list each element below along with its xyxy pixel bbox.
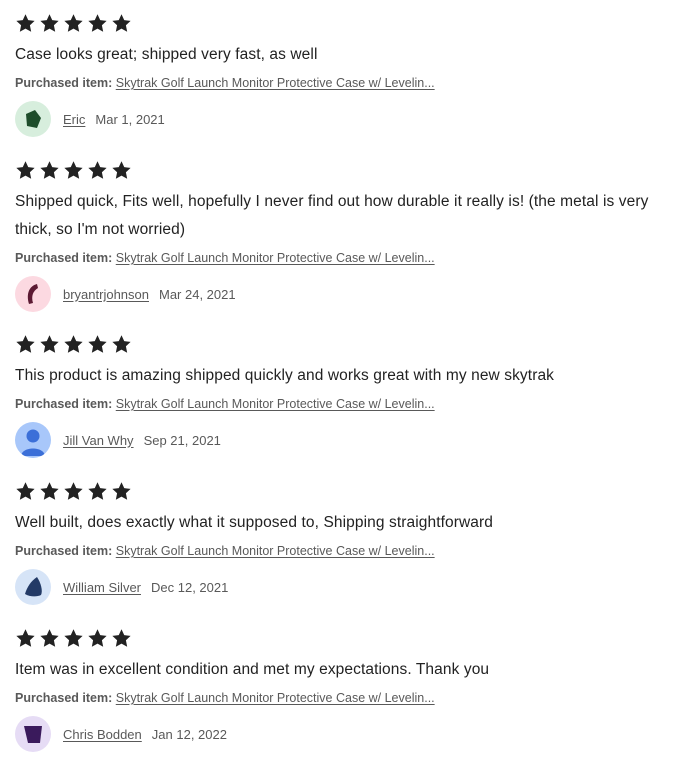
avatar[interactable] xyxy=(15,716,51,752)
purchased-item-link[interactable]: Skytrak Golf Launch Monitor Protective C… xyxy=(116,544,435,558)
review-date: Mar 1, 2021 xyxy=(95,111,165,127)
reviewer-row: Eric Mar 1, 2021 xyxy=(15,101,680,137)
reviews-list: Case looks great; shipped very fast, as … xyxy=(0,0,682,771)
reviewer-name-link[interactable]: William Silver xyxy=(63,580,141,595)
purchased-item-row: Purchased item: Skytrak Golf Launch Moni… xyxy=(15,250,680,266)
purchased-item-row: Purchased item: Skytrak Golf Launch Moni… xyxy=(15,75,680,91)
star-icon xyxy=(63,13,84,33)
star-rating xyxy=(15,481,680,501)
star-icon xyxy=(15,628,36,648)
star-icon xyxy=(39,481,60,501)
purchased-item-label: Purchased item: xyxy=(15,544,113,558)
reviewer-row: bryantrjohnson Mar 24, 2021 xyxy=(15,276,680,312)
star-icon xyxy=(111,481,132,501)
purchased-item-label: Purchased item: xyxy=(15,691,113,705)
star-icon xyxy=(63,628,84,648)
star-icon xyxy=(15,334,36,354)
star-icon xyxy=(39,13,60,33)
review-text: Well built, does exactly what it suppose… xyxy=(15,514,493,531)
star-rating xyxy=(15,13,680,33)
star-rating xyxy=(15,628,680,648)
purchased-item-row: Purchased item: Skytrak Golf Launch Moni… xyxy=(15,543,680,559)
star-icon xyxy=(111,334,132,354)
purchased-item-row: Purchased item: Skytrak Golf Launch Moni… xyxy=(15,690,680,706)
reviewer-name-link[interactable]: Jill Van Why xyxy=(63,433,134,448)
star-icon xyxy=(111,13,132,33)
review-item: Shipped quick, Fits well, hopefully I ne… xyxy=(15,160,680,312)
star-rating xyxy=(15,160,680,180)
purchased-item-link[interactable]: Skytrak Golf Launch Monitor Protective C… xyxy=(116,251,435,265)
review-text: Item was in excellent condition and met … xyxy=(15,661,490,678)
star-icon xyxy=(87,628,108,648)
navy-drop-icon xyxy=(25,577,42,597)
reviewer-name-link[interactable]: bryantrjohnson xyxy=(63,287,149,302)
star-icon xyxy=(15,13,36,33)
avatar[interactable] xyxy=(15,276,51,312)
green-pentagon-icon xyxy=(26,110,41,128)
avatar[interactable] xyxy=(15,569,51,605)
star-icon xyxy=(15,160,36,180)
purchased-item-link[interactable]: Skytrak Golf Launch Monitor Protective C… xyxy=(116,397,435,411)
maroon-arc-icon xyxy=(27,284,38,304)
review-text: Case looks great; shipped very fast, as … xyxy=(15,46,318,63)
purchased-item-link[interactable]: Skytrak Golf Launch Monitor Protective C… xyxy=(116,76,435,90)
purchased-item-label: Purchased item: xyxy=(15,76,113,90)
star-icon xyxy=(63,481,84,501)
reviewer-row: Jill Van Why Sep 21, 2021 xyxy=(15,422,680,458)
avatar[interactable] xyxy=(15,422,51,458)
star-icon xyxy=(39,334,60,354)
review-item: This product is amazing shipped quickly … xyxy=(15,334,680,458)
reviewer-row: William Silver Dec 12, 2021 xyxy=(15,569,680,605)
star-icon xyxy=(39,628,60,648)
review-text: This product is amazing shipped quickly … xyxy=(15,367,555,384)
star-icon xyxy=(111,160,132,180)
review-item: Item was in excellent condition and met … xyxy=(15,628,680,752)
review-date: Dec 12, 2021 xyxy=(151,579,229,595)
review-text: Shipped quick, Fits well, hopefully I ne… xyxy=(15,193,649,238)
purchased-item-link[interactable]: Skytrak Golf Launch Monitor Protective C… xyxy=(116,691,435,705)
star-icon xyxy=(87,13,108,33)
star-icon xyxy=(15,481,36,501)
star-icon xyxy=(63,334,84,354)
reviewer-name-link[interactable]: Chris Bodden xyxy=(63,727,142,742)
reviewer-name-link[interactable]: Eric xyxy=(63,112,85,127)
star-icon xyxy=(87,481,108,501)
star-icon xyxy=(63,160,84,180)
review-date: Jan 12, 2022 xyxy=(151,726,227,742)
purchased-item-row: Purchased item: Skytrak Golf Launch Moni… xyxy=(15,396,680,412)
purple-cup-icon xyxy=(24,726,42,743)
star-icon xyxy=(87,160,108,180)
review-date: Mar 24, 2021 xyxy=(159,286,236,302)
star-icon xyxy=(87,334,108,354)
star-icon xyxy=(39,160,60,180)
star-icon xyxy=(111,628,132,648)
star-rating xyxy=(15,334,680,354)
reviewer-row: Chris Bodden Jan 12, 2022 xyxy=(15,716,680,752)
purchased-item-label: Purchased item: xyxy=(15,397,113,411)
review-item: Well built, does exactly what it suppose… xyxy=(15,481,680,605)
purchased-item-label: Purchased item: xyxy=(15,251,113,265)
review-item: Case looks great; shipped very fast, as … xyxy=(15,13,680,137)
review-date: Sep 21, 2021 xyxy=(143,432,221,448)
default-person-icon xyxy=(21,429,45,456)
avatar[interactable] xyxy=(15,101,51,137)
